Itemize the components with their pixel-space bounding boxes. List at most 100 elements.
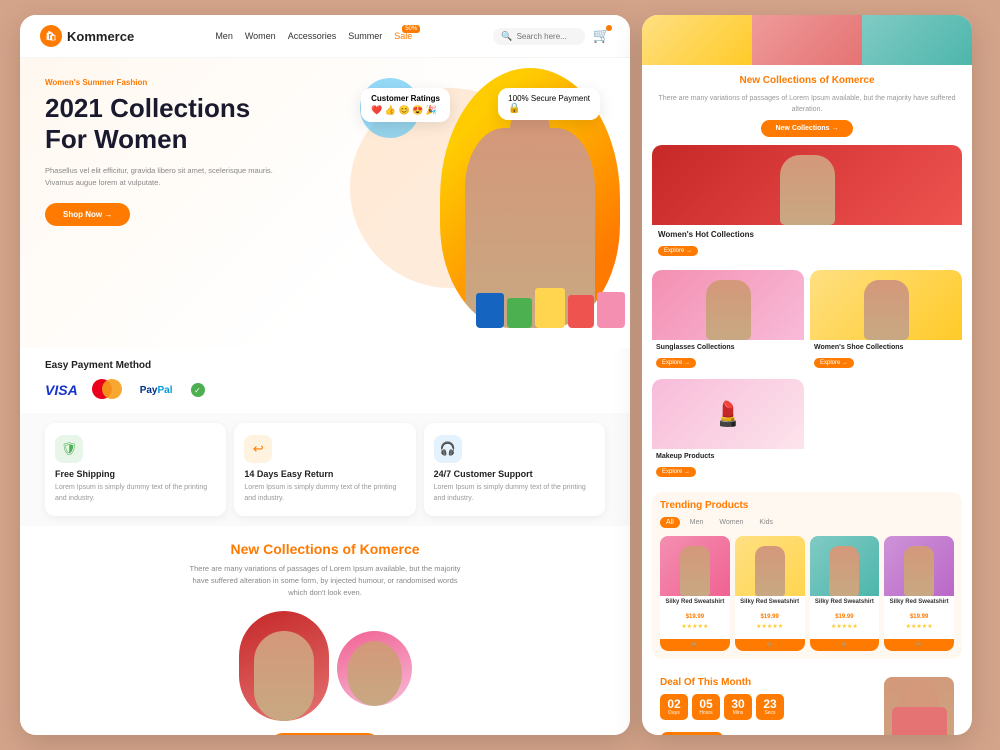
- paypal-logo: PayPal: [140, 385, 173, 396]
- secure-title: 100% Secure Payment: [508, 94, 590, 103]
- hot-collections-info: Women's Hot Collections Explore →: [652, 225, 962, 262]
- nav-women[interactable]: Women: [245, 31, 276, 41]
- add-to-cart-4[interactable]: 🛒: [884, 639, 954, 651]
- product-info-2: Silky Red Sweatshirt $19.99 ★★★★★: [735, 596, 805, 633]
- shop-now-button[interactable]: Shop Now →: [45, 203, 130, 226]
- support-desc: Lorem Ipsum is simply dummy text of the …: [434, 483, 595, 504]
- collection-preview-images: [45, 611, 605, 721]
- preview-strip: [642, 15, 972, 65]
- hero-content: Women's Summer Fashion 2021 Collections …: [45, 78, 285, 226]
- left-panel: 🛍 Kommerce Men Women Accessories Summer …: [20, 15, 630, 735]
- features-section: 🛡 Free Shipping Lorem Ipsum is simply du…: [20, 413, 630, 526]
- logo-icon: 🛍: [40, 25, 62, 47]
- hero-description: Phasellus vel elit efficitur, gravida li…: [45, 165, 285, 189]
- count-hours: 05 Hours: [692, 694, 720, 720]
- support-title: 24/7 Customer Support: [434, 469, 595, 479]
- makeup-info: Makeup Products Explore →: [652, 449, 804, 482]
- makeup-card: 💄 Makeup Products Explore →: [652, 379, 804, 482]
- shopping-bags: [476, 288, 625, 328]
- trending-products-list: Silky Red Sweatshirt $19.99 ★★★★★ 🛒 Silk…: [660, 536, 954, 651]
- return-desc: Lorem Ipsum is simply dummy text of the …: [244, 483, 405, 504]
- tab-men[interactable]: Men: [684, 517, 710, 528]
- stars-4: ★★★★★: [887, 623, 951, 630]
- deal-person: [884, 677, 954, 735]
- sunglass-name: Sunglasses Collections: [656, 344, 800, 351]
- nav-sale[interactable]: Sale 50%: [394, 31, 412, 41]
- nav-actions: 🔍 🛒: [493, 27, 610, 45]
- hero-title: 2021 Collections For Women: [45, 93, 285, 155]
- shoe-info: Women's Shoe Collections Explore →: [810, 340, 962, 373]
- collections-section: New Collections of Komerce There are man…: [20, 526, 630, 735]
- search-input[interactable]: [517, 32, 577, 41]
- hot-collections-name: Women's Hot Collections: [658, 230, 956, 239]
- collection-image-2: [337, 631, 412, 706]
- deal-title: Deal Of This Month: [660, 677, 876, 688]
- right-explore-button[interactable]: New Collections →: [761, 120, 852, 137]
- return-icon: ↩: [244, 435, 272, 463]
- deal-section: Deal Of This Month 02 Days 05 Hours 30: [652, 669, 962, 735]
- makeup-image: 💄: [652, 379, 804, 449]
- tab-all[interactable]: All: [660, 517, 680, 528]
- shoe-explore[interactable]: Explore →: [814, 358, 854, 368]
- mastercard-logo: [92, 379, 126, 401]
- preview-block-1: [642, 15, 752, 65]
- product-img-2: [735, 536, 805, 596]
- nav-accessories[interactable]: Accessories: [288, 31, 337, 41]
- return-title: 14 Days Easy Return: [244, 469, 405, 479]
- shipping-icon: 🛡: [55, 435, 83, 463]
- shipping-desc: Lorem Ipsum is simply dummy text of the …: [55, 483, 216, 504]
- shipping-title: Free Shipping: [55, 469, 216, 479]
- find-more-button[interactable]: Find More →: [660, 732, 724, 735]
- feature-card-shipping: 🛡 Free Shipping Lorem Ipsum is simply du…: [45, 423, 226, 516]
- count-mins: 30 Mins: [724, 694, 752, 720]
- search-box[interactable]: 🔍: [493, 28, 584, 45]
- tab-women[interactable]: Women: [713, 517, 749, 528]
- preview-block-2: [752, 15, 862, 65]
- product-info-1: Silky Red Sweatshirt $19.99 ★★★★★: [660, 596, 730, 633]
- right-panel: New Collections of Komerce There are man…: [642, 15, 972, 735]
- nav-summer[interactable]: Summer: [348, 31, 382, 41]
- brand-logo[interactable]: 🛍 Kommerce: [40, 25, 134, 47]
- navbar: 🛍 Kommerce Men Women Accessories Summer …: [20, 15, 630, 58]
- new-collections-button[interactable]: New Collections →: [271, 733, 379, 735]
- hot-collections-explore[interactable]: Explore →: [658, 246, 698, 256]
- stars-2: ★★★★★: [738, 623, 802, 630]
- makeup-explore[interactable]: Explore →: [656, 467, 696, 477]
- ratings-emojis: ❤️ 👍 😊 😍 🎉: [371, 105, 440, 116]
- trending-section: Trending Products All Men Women Kids Sil…: [652, 492, 962, 659]
- right-scroll[interactable]: New Collections of Komerce There are man…: [642, 65, 972, 735]
- product-card-2: Silky Red Sweatshirt $19.99 ★★★★★ 🛒: [735, 536, 805, 651]
- count-days: 02 Days: [660, 694, 688, 720]
- right-collections-desc: There are many variations of passages of…: [652, 94, 962, 115]
- cart-icon[interactable]: 🛒: [593, 27, 610, 45]
- shoe-name: Women's Shoe Collections: [814, 344, 958, 351]
- count-secs: 23 Secs: [756, 694, 784, 720]
- ratings-title: Customer Ratings: [371, 94, 440, 103]
- feature-card-return: ↩ 14 Days Easy Return Lorem Ipsum is sim…: [234, 423, 415, 516]
- add-to-cart-1[interactable]: 🛒: [660, 639, 730, 651]
- stars-1: ★★★★★: [663, 623, 727, 630]
- sunglass-info: Sunglasses Collections Explore →: [652, 340, 804, 373]
- sunglass-explore[interactable]: Explore →: [656, 358, 696, 368]
- shoe-image: [810, 270, 962, 340]
- visa-logo: VISA: [45, 382, 78, 398]
- hero-tag: Women's Summer Fashion: [45, 78, 285, 87]
- nav-men[interactable]: Men: [215, 31, 233, 41]
- product-card-1: Silky Red Sweatshirt $19.99 ★★★★★ 🛒: [660, 536, 730, 651]
- preview-block-3: [862, 15, 972, 65]
- tab-kids[interactable]: Kids: [753, 517, 779, 528]
- payment-methods: VISA PayPal ✓: [45, 379, 605, 401]
- product-card-4: Silky Red Sweatshirt $19.99 ★★★★★ 🛒: [884, 536, 954, 651]
- product-info-4: Silky Red Sweatshirt $19.99 ★★★★★: [884, 596, 954, 633]
- add-to-cart-2[interactable]: 🛒: [735, 639, 805, 651]
- add-to-cart-3[interactable]: 🛒: [810, 639, 880, 651]
- bottom-collections-grid: Sunglasses Collections Explore → Women's…: [652, 270, 962, 482]
- stars-3: ★★★★★: [813, 623, 877, 630]
- verified-check: ✓: [191, 383, 205, 397]
- sunglass-card: Sunglasses Collections Explore →: [652, 270, 804, 373]
- float-ratings-card: Customer Ratings ❤️ 👍 😊 😍 🎉: [361, 88, 450, 122]
- search-icon: 🔍: [501, 31, 512, 42]
- right-collections-title: New Collections of Komerce: [652, 75, 962, 86]
- right-collections-header: New Collections of Komerce There are man…: [652, 75, 962, 137]
- product-img-3: [810, 536, 880, 596]
